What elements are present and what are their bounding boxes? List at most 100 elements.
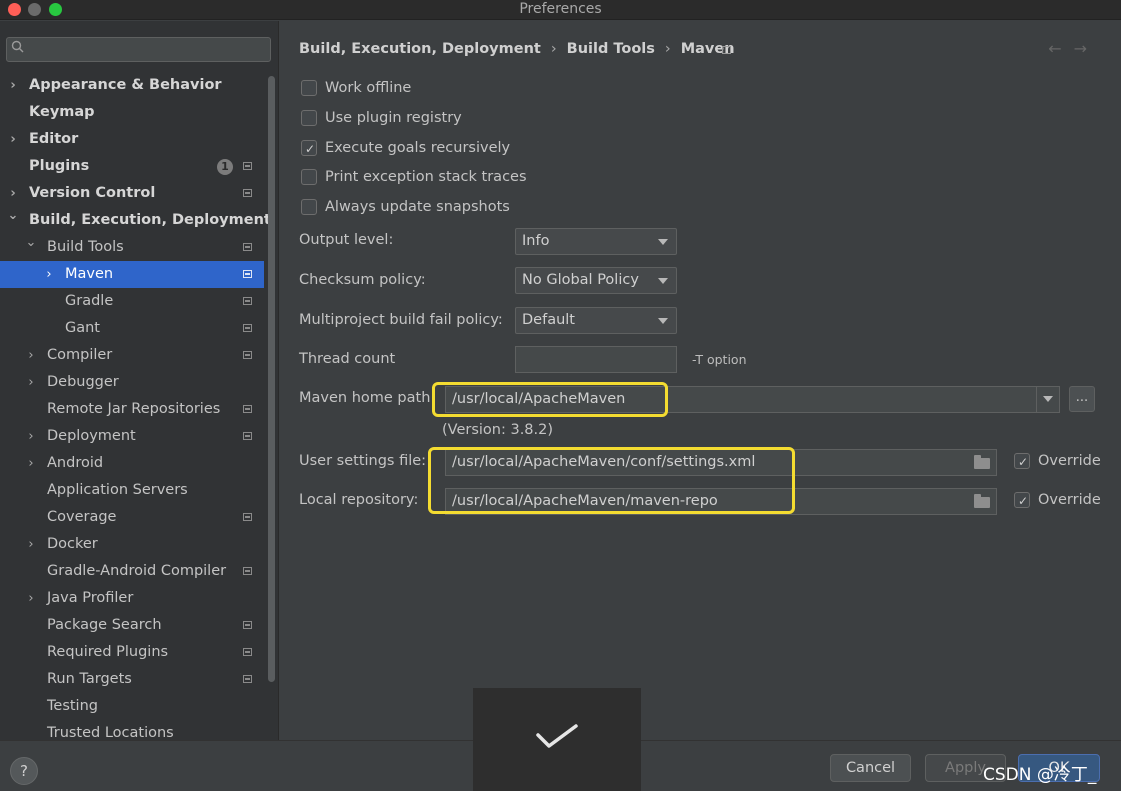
sidebar-item-appearance-behavior[interactable]: › Appearance & Behavior: [0, 72, 264, 99]
sidebar-item-build-execution-deployment[interactable]: ⌄ Build, Execution, Deployment: [0, 207, 271, 234]
select-value: No Global Policy: [522, 272, 639, 288]
sidebar-item-docker[interactable]: › Docker: [0, 531, 264, 558]
breadcrumb-item[interactable]: Build Tools: [567, 41, 655, 57]
chevron-down-icon[interactable]: ⌄: [25, 229, 37, 256]
sidebar-item-label: Gradle-Android Compiler: [47, 563, 227, 579]
sidebar-item-label: Remote Jar Repositories: [47, 401, 221, 417]
chevron-right-icon[interactable]: ›: [25, 342, 37, 369]
chevron-right-icon[interactable]: ›: [25, 531, 37, 558]
chevron-right-icon[interactable]: ›: [7, 126, 19, 153]
sidebar-item-plugins[interactable]: Plugins 1: [0, 153, 264, 180]
checkbox-label: Use plugin registry: [325, 110, 462, 126]
breadcrumb-item[interactable]: Build, Execution, Deployment: [299, 41, 541, 57]
sidebar-item-testing[interactable]: Testing: [0, 693, 264, 720]
checkbox-label: Work offline: [325, 80, 412, 96]
sidebar-item-label: Deployment: [47, 428, 136, 444]
update-count-badge: 1: [217, 159, 233, 175]
sidebar-item-version-control[interactable]: › Version Control: [0, 180, 264, 207]
checksum-policy-label: Checksum policy:: [299, 272, 426, 288]
chevron-down-icon: [1043, 396, 1053, 402]
project-settings-icon: [243, 297, 252, 305]
sidebar-item-java-profiler[interactable]: › Java Profiler: [0, 585, 264, 612]
annotation-highlight: [432, 382, 668, 417]
cancel-button[interactable]: Cancel: [830, 754, 911, 782]
sidebar-item-label: Docker: [47, 536, 98, 552]
local-repository-label: Local repository:: [299, 492, 419, 508]
thread-count-input[interactable]: [515, 346, 677, 373]
chevron-right-icon[interactable]: ›: [25, 369, 37, 396]
output-level-select[interactable]: Info: [515, 228, 677, 255]
sidebar-item-build-tools[interactable]: ⌄ Build Tools: [0, 234, 264, 261]
maven-settings-panel: Build, Execution, Deployment › Build Tools…: [280, 21, 1121, 740]
sidebar-item-android[interactable]: › Android: [0, 450, 264, 477]
project-settings-icon: [243, 270, 252, 278]
settings-search-input[interactable]: [6, 37, 271, 62]
sidebar-item-label: Required Plugins: [47, 644, 169, 660]
chevron-right-icon[interactable]: ›: [25, 423, 37, 450]
project-settings-icon: [243, 621, 252, 629]
checkbox-box[interactable]: ✓: [1014, 492, 1030, 508]
sidebar-item-maven[interactable]: › Maven: [0, 261, 264, 288]
folder-icon[interactable]: [974, 455, 990, 469]
chevron-down-icon[interactable]: ⌄: [7, 202, 19, 229]
sidebar-item-application-servers[interactable]: Application Servers: [0, 477, 264, 504]
checkbox-box[interactable]: [301, 80, 317, 96]
sidebar-item-keymap[interactable]: Keymap: [0, 99, 264, 126]
sidebar-item-coverage[interactable]: Coverage: [0, 504, 264, 531]
sidebar-item-package-search[interactable]: Package Search: [0, 612, 264, 639]
forward-arrow-icon[interactable]: →: [1074, 39, 1099, 58]
sidebar-item-required-plugins[interactable]: Required Plugins: [0, 639, 264, 666]
chevron-right-icon[interactable]: ›: [43, 261, 55, 288]
check-icon: ✓: [1018, 494, 1029, 508]
sidebar-item-gant[interactable]: Gant: [0, 315, 264, 342]
sidebar-item-label: Keymap: [29, 104, 95, 120]
checkbox-box[interactable]: ✓: [1014, 453, 1030, 469]
project-settings-icon: [243, 567, 252, 575]
settings-tree: › Appearance & Behavior Keymap › Editor Plugi…: [0, 72, 271, 740]
checkbox-box[interactable]: [301, 110, 317, 126]
project-settings-icon: [243, 648, 252, 656]
window-title: Preferences: [519, 1, 602, 17]
sidebar-item-label: Plugins: [29, 158, 90, 174]
fail-policy-select[interactable]: Default: [515, 307, 677, 334]
chevron-down-icon: [658, 318, 668, 324]
checkbox-box[interactable]: [301, 169, 317, 185]
sidebar-item-gradle-android-compiler[interactable]: Gradle-Android Compiler: [0, 558, 264, 585]
check-icon: ✓: [305, 142, 316, 156]
annotation-highlight: [428, 447, 795, 514]
chevron-right-icon[interactable]: ›: [7, 72, 19, 99]
watermark: CSDN @冷丁_: [983, 765, 1097, 785]
checkbox-box[interactable]: [301, 199, 317, 215]
project-settings-icon: [243, 324, 252, 332]
back-arrow-icon[interactable]: ←: [1048, 39, 1073, 58]
sidebar-item-debugger[interactable]: › Debugger: [0, 369, 264, 396]
settings-sidebar: › Appearance & Behavior Keymap › Editor Plugi…: [0, 21, 279, 740]
maven-home-browse-button[interactable]: ...: [1069, 386, 1095, 412]
sidebar-item-gradle[interactable]: Gradle: [0, 288, 264, 315]
sidebar-item-label: Build Tools: [47, 239, 124, 255]
select-value: Default: [522, 312, 575, 328]
sidebar-item-run-targets[interactable]: Run Targets: [0, 666, 264, 693]
sidebar-item-label: Gant: [65, 320, 100, 336]
sidebar-item-label: Android: [47, 455, 104, 471]
sidebar-scrollbar[interactable]: [268, 76, 275, 682]
project-settings-icon: [243, 351, 252, 359]
sidebar-item-deployment[interactable]: › Deployment: [0, 423, 264, 450]
help-button[interactable]: ?: [10, 757, 38, 785]
chevron-right-icon[interactable]: ›: [25, 585, 37, 612]
checksum-policy-select[interactable]: No Global Policy: [515, 267, 677, 294]
checkbox-label: Always update snapshots: [325, 199, 510, 215]
project-settings-icon: [243, 162, 252, 170]
sidebar-item-compiler[interactable]: › Compiler: [0, 342, 264, 369]
maven-home-dropdown[interactable]: [1036, 386, 1059, 412]
sidebar-item-label: Testing: [47, 698, 98, 714]
breadcrumb: Build, Execution, Deployment › Build Tools…: [299, 41, 735, 57]
checkbox-box[interactable]: ✓: [301, 140, 317, 156]
chevron-right-icon[interactable]: ›: [25, 450, 37, 477]
sidebar-item-editor[interactable]: › Editor: [0, 126, 264, 153]
sidebar-item-label: Compiler: [47, 347, 113, 363]
sidebar-item-remote-jar-repositories[interactable]: Remote Jar Repositories: [0, 396, 264, 423]
sidebar-item-trusted-locations[interactable]: Trusted Locations: [0, 720, 264, 740]
checkbox-label: Override: [1038, 492, 1101, 508]
folder-icon[interactable]: [974, 494, 990, 508]
